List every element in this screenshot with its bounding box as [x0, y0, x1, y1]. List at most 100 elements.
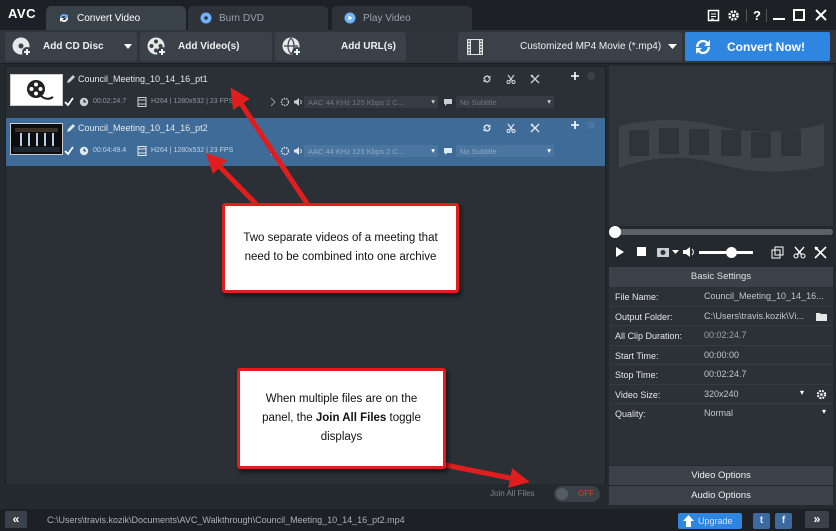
- chevron-down-icon[interactable]: ▾: [800, 388, 804, 397]
- chevron-down-icon[interactable]: ▾: [822, 407, 826, 416]
- subtitle-dropdown[interactable]: No Subtitle ▾: [456, 96, 554, 108]
- video-thumbnail[interactable]: [10, 123, 63, 155]
- video-preview: [609, 66, 833, 226]
- add-url-label: Add URL(s): [341, 41, 396, 52]
- add-disc-icon: [12, 37, 32, 57]
- effects-icon[interactable]: [530, 123, 540, 133]
- chevron-down-icon: ▾: [431, 97, 435, 106]
- audio-track-dropdown[interactable]: AAC 44 KHz 125 Kbps 2 C... ▾: [304, 96, 438, 108]
- add-plus-icon[interactable]: [570, 71, 580, 81]
- close-button[interactable]: [813, 7, 829, 23]
- cut-icon[interactable]: [793, 246, 806, 259]
- film-icon: [467, 38, 483, 55]
- video-options-button[interactable]: Video Options: [609, 466, 833, 485]
- subtitle-value: No Subtitle: [460, 98, 497, 107]
- chevron-down-icon: ▾: [431, 146, 435, 155]
- clock-icon: [79, 146, 89, 156]
- refresh-icon[interactable]: [482, 74, 492, 84]
- setting-quality[interactable]: Quality: Normal ▾: [609, 404, 833, 424]
- audio-options-button[interactable]: Audio Options: [609, 486, 833, 505]
- minimize-button[interactable]: [771, 7, 787, 23]
- callout-text: Two separate videos of a meeting that ne…: [243, 232, 438, 263]
- setting-value[interactable]: 00:02:24.7: [704, 365, 831, 383]
- toggle-state: OFF: [578, 489, 594, 498]
- add-cd-disc-button[interactable]: Add CD Disc: [5, 32, 137, 61]
- tab-convert-video[interactable]: Convert Video: [46, 6, 186, 30]
- setting-stop-time[interactable]: Stop Time: 00:02:24.7: [609, 365, 833, 385]
- video-thumbnail[interactable]: [10, 74, 63, 106]
- setting-value[interactable]: 00:00:00: [704, 346, 831, 364]
- basic-settings-header[interactable]: Basic Settings: [609, 267, 833, 287]
- checkbox-checked-icon[interactable]: [64, 146, 74, 156]
- gear-icon[interactable]: [725, 7, 741, 23]
- settings-cog-icon[interactable]: [280, 97, 290, 107]
- tab-burn-dvd[interactable]: Burn DVD: [188, 6, 328, 30]
- film-placeholder-icon: [619, 120, 824, 172]
- file-row-selected[interactable]: Council_Meeting_10_14_16_pt2 00:04:49.4 …: [6, 118, 605, 166]
- file-row[interactable]: Council_Meeting_10_14_16_pt1 00:02:24.7 …: [6, 69, 605, 117]
- chevron-down-icon: ▾: [547, 146, 551, 155]
- folder-icon[interactable]: [816, 312, 827, 321]
- subtitle-bubble-icon: [444, 99, 452, 106]
- convert-now-button[interactable]: Convert Now!: [685, 32, 830, 61]
- setting-output-folder[interactable]: Output Folder: C:\Users\travis.kozik\Vi.…: [609, 307, 833, 326]
- audio-track-dropdown[interactable]: AAC 44 KHz 125 Kbps 2 C... ▾: [304, 145, 438, 157]
- setting-label: File Name:: [615, 292, 659, 302]
- seek-handle[interactable]: [609, 226, 621, 238]
- effects-icon[interactable]: [530, 74, 540, 84]
- setting-value[interactable]: Normal: [704, 404, 814, 422]
- output-profile-dropdown[interactable]: Customized MP4 Movie (*.mp4): [458, 32, 682, 61]
- volume-icon[interactable]: [682, 246, 696, 258]
- add-plus-icon[interactable]: [570, 120, 580, 130]
- gear-icon[interactable]: [816, 389, 827, 400]
- collapse-panel-button[interactable]: «: [5, 511, 27, 528]
- setting-label: Quality:: [615, 409, 646, 419]
- subtitle-dropdown[interactable]: No Subtitle ▾: [456, 145, 554, 157]
- setting-video-size[interactable]: Video Size: 320x240 ▾: [609, 385, 833, 404]
- play-icon[interactable]: [615, 246, 625, 258]
- add-video-icon: [147, 37, 167, 57]
- facebook-icon[interactable]: f: [775, 513, 792, 529]
- add-videos-button[interactable]: Add Video(s): [140, 32, 272, 61]
- rename-pencil-icon[interactable]: [66, 74, 76, 84]
- expand-panel-button[interactable]: »: [805, 511, 829, 528]
- maximize-button[interactable]: [791, 7, 807, 23]
- seek-bar[interactable]: [609, 229, 833, 235]
- cut-icon[interactable]: [506, 123, 516, 133]
- rename-pencil-icon[interactable]: [66, 123, 76, 133]
- file-name: Council_Meeting_10_14_16_pt2: [78, 123, 208, 133]
- setting-value[interactable]: Council_Meeting_10_14_16...: [704, 287, 831, 305]
- chevron-right-icon[interactable]: [268, 97, 278, 107]
- join-all-files-toggle[interactable]: OFF: [554, 486, 600, 502]
- title-divider: [746, 9, 747, 22]
- stop-icon[interactable]: [636, 246, 647, 257]
- checkbox-checked-icon[interactable]: [64, 97, 74, 107]
- setting-value[interactable]: C:\Users\travis.kozik\Vi...: [704, 307, 814, 325]
- chevron-down-icon[interactable]: [672, 250, 679, 254]
- effects-icon[interactable]: [814, 246, 827, 259]
- upgrade-button[interactable]: Upgrade: [678, 513, 742, 529]
- video-info: H264 | 1280x532 | 23 FPS: [151, 147, 234, 154]
- tab-play-video[interactable]: Play Video: [332, 6, 472, 30]
- setting-file-name[interactable]: File Name: Council_Meeting_10_14_16...: [609, 287, 833, 307]
- refresh-icon: [695, 39, 711, 54]
- snapshot-camera-icon[interactable]: [656, 246, 670, 258]
- setting-start-time[interactable]: Start Time: 00:00:00: [609, 346, 833, 365]
- chevron-down-icon[interactable]: [124, 44, 132, 49]
- app-logo: AVC: [8, 6, 36, 21]
- detach-window-icon[interactable]: [771, 246, 784, 259]
- chevron-right-icon[interactable]: [268, 146, 278, 156]
- settings-cog-icon[interactable]: [280, 146, 290, 156]
- cut-icon[interactable]: [506, 74, 516, 84]
- speaker-icon: [294, 98, 302, 106]
- setting-value[interactable]: 320x240: [704, 385, 804, 403]
- setting-label: Start Time:: [615, 350, 659, 361]
- twitter-icon[interactable]: t: [753, 513, 770, 529]
- refresh-icon[interactable]: [482, 123, 492, 133]
- help-button[interactable]: ?: [751, 7, 763, 23]
- add-url-button[interactable]: Add URL(s): [275, 32, 406, 61]
- remove-icon[interactable]: [586, 71, 596, 81]
- volume-handle[interactable]: [726, 247, 737, 258]
- remove-icon[interactable]: [586, 120, 596, 130]
- notes-icon[interactable]: [705, 7, 721, 23]
